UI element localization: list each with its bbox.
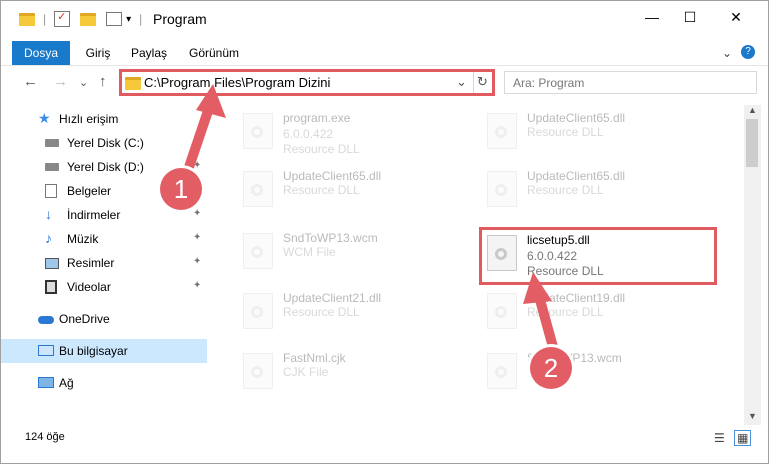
annotation-arrows xyxy=(181,84,561,363)
arrow-to-address xyxy=(181,84,226,181)
step-2-badge: 2 xyxy=(530,347,572,389)
step-1-badge: 1 xyxy=(160,168,202,210)
arrow-to-file xyxy=(523,272,561,363)
